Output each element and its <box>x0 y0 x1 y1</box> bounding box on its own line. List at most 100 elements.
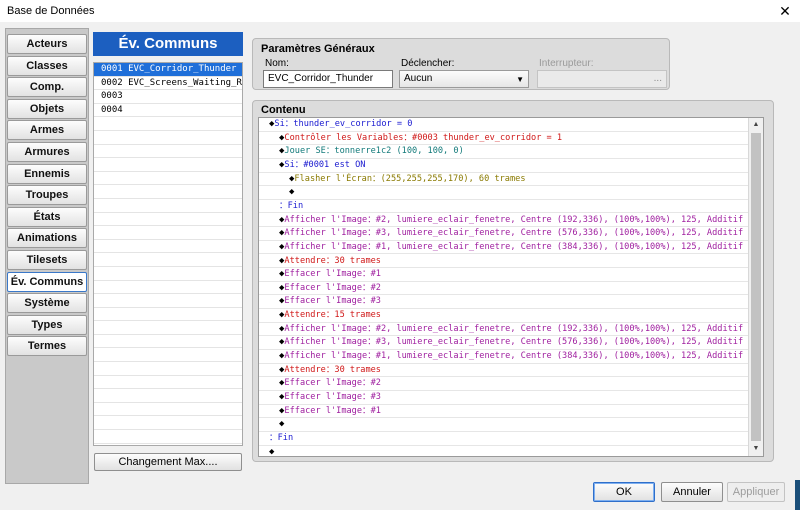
event-command-line[interactable]: ◆Effacer l'Image：#1 <box>259 405 749 419</box>
list-item[interactable] <box>94 362 242 376</box>
event-command-line[interactable]: ◆Effacer l'Image：#3 <box>259 295 749 310</box>
event-command-line[interactable]: ◆Jouer SE：tonnerre1c2 (100, 100, 0) <box>259 145 749 159</box>
event-command-line[interactable]: ◆Effacer l'Image：#1 <box>259 268 749 282</box>
sidebar-item-7[interactable]: Ennemis <box>7 163 87 184</box>
close-icon[interactable]: ✕ <box>770 0 800 22</box>
sidebar-item-8[interactable]: Troupes <box>7 185 87 206</box>
sidebar-item-9[interactable]: États <box>7 206 87 227</box>
general-settings-group: Paramètres Généraux Nom: EVC_Corridor_Th… <box>252 38 670 90</box>
list-item[interactable] <box>94 158 242 172</box>
list-item[interactable] <box>94 117 242 131</box>
list-item[interactable] <box>94 403 242 417</box>
contents-title: Contenu <box>261 104 306 116</box>
contents-group: Contenu ◆ ：Fin ◆ ◆Effacer l'Image：#1 ◆Efface… <box>252 100 774 462</box>
list-item[interactable] <box>94 389 242 403</box>
ok-button[interactable]: OK <box>593 482 655 502</box>
list-item[interactable] <box>94 281 242 295</box>
list-item[interactable] <box>94 321 242 335</box>
scroll-down-icon[interactable]: ▼ <box>749 442 763 456</box>
command-marker-icon: ◆ <box>269 446 275 457</box>
change-max-button[interactable]: Changement Max.... <box>94 453 242 471</box>
category-sidebar: Acteurs Classes Comp. Objets Armes Armures Enn… <box>5 28 89 484</box>
list-item[interactable]: 0004 <box>94 104 242 118</box>
sidebar-item-3[interactable]: Comp. <box>7 77 87 98</box>
scroll-up-icon[interactable]: ▲ <box>749 118 763 132</box>
event-command-line[interactable]: ：Fin <box>259 432 749 446</box>
sidebar-item-10[interactable]: Animations <box>7 228 87 249</box>
common-event-list-panel: Év. Communs 0001 EVC_Corridor_Thunder 000… <box>93 32 243 448</box>
trigger-select[interactable]: Aucun ▼ <box>399 70 529 88</box>
chevron-down-icon: ▼ <box>516 75 524 84</box>
command-text: Effacer l'Image：#2 <box>284 378 381 389</box>
sidebar-item-14[interactable]: Types <box>7 314 87 335</box>
list-item[interactable] <box>94 145 242 159</box>
command-text: Afficher l'Image：#1, lumiere_eclair_fene… <box>284 241 744 252</box>
sidebar-item-12[interactable]: Év. Communs <box>7 271 87 292</box>
event-command-line[interactable]: ◆Effacer l'Image：#2 <box>259 282 749 296</box>
list-item[interactable] <box>94 267 242 281</box>
list-item[interactable]: 0003 <box>94 90 242 104</box>
vertical-scrollbar[interactable]: ▲ ▼ <box>748 118 763 456</box>
list-item[interactable] <box>94 131 242 145</box>
list-item[interactable] <box>94 376 242 390</box>
sidebar-item-11[interactable]: Tilesets <box>7 250 87 270</box>
list-item[interactable]: 0002 EVC_Screens_Waiting_Room <box>94 77 242 91</box>
event-command-line[interactable]: ◆Contrôler les Variables：#0003 thunder_e… <box>259 132 749 146</box>
apply-button[interactable]: Appliquer <box>727 482 785 502</box>
sidebar-item-1[interactable]: Acteurs <box>7 34 87 54</box>
event-command-line[interactable]: ◆Afficher l'Image：#3, lumiere_eclair_fen… <box>259 227 749 241</box>
event-command-line[interactable]: ◆Afficher l'Image：#1, lumiere_eclair_fen… <box>259 241 749 255</box>
event-command-line[interactable]: ◆Afficher l'Image：#3, lumiere_eclair_fen… <box>259 336 749 350</box>
list-item[interactable] <box>94 213 242 227</box>
list-item[interactable] <box>94 348 242 363</box>
list-item[interactable] <box>94 226 242 240</box>
common-event-list[interactable]: 0001 EVC_Corridor_Thunder 0002 EVC_Screen… <box>93 62 243 446</box>
command-text: Effacer l'Image：#1 <box>284 269 381 280</box>
command-text: Afficher l'Image：#3, lumiere_eclair_fene… <box>284 337 744 348</box>
list-item[interactable] <box>94 430 242 444</box>
event-command-line[interactable]: ◆Effacer l'Image：#3 <box>259 391 749 405</box>
list-item[interactable] <box>94 416 242 431</box>
scroll-thumb[interactable] <box>751 133 761 441</box>
event-command-line[interactable]: ◆Si：thunder_ev_corridor = 0 <box>259 118 749 132</box>
list-item[interactable] <box>94 253 242 267</box>
sidebar-item-4[interactable]: Objets <box>7 98 87 119</box>
event-command-line[interactable]: ◆ <box>259 186 749 200</box>
event-command-line[interactable]: ◆Afficher l'Image：#2, lumiere_eclair_fen… <box>259 323 749 337</box>
event-command-line[interactable]: ◆Afficher l'Image：#1, lumiere_eclair_fen… <box>259 350 749 364</box>
list-item[interactable]: 0001 EVC_Corridor_Thunder <box>94 63 242 77</box>
event-command-line[interactable]: ：Fin <box>259 200 749 214</box>
list-item[interactable] <box>94 294 242 308</box>
list-item[interactable] <box>94 199 242 213</box>
command-text: Afficher l'Image：#3, lumiere_eclair_fene… <box>284 228 744 239</box>
event-command-line[interactable]: ◆Attendre：30 trames <box>259 364 749 378</box>
event-command-list[interactable]: ◆ ：Fin ◆ ◆Effacer l'Image：#1 ◆Effacer l'Imag… <box>258 117 764 457</box>
sidebar-item-2[interactable]: Classes <box>7 55 87 76</box>
command-text: Flasher l'Écran：(255,255,255,170), 60 tr… <box>294 173 526 184</box>
command-text: Si：#0001 est ON <box>284 159 366 170</box>
event-command-line[interactable]: ◆Attendre：30 trames <box>259 255 749 269</box>
name-label: Nom: <box>265 58 289 69</box>
event-command-line[interactable]: ◆Flasher l'Écran：(255,255,255,170), 60 t… <box>259 173 749 187</box>
event-command-line[interactable]: ◆Afficher l'Image：#2, lumiere_eclair_fen… <box>259 214 749 228</box>
database-window: Acteurs Classes Comp. Objets Armes Armures Enn… <box>0 22 800 510</box>
sidebar-item-5[interactable]: Armes <box>7 120 87 141</box>
sidebar-item-15[interactable]: Termes <box>7 336 87 357</box>
general-settings-title: Paramètres Généraux <box>261 43 375 55</box>
event-command-line[interactable]: ◆ <box>259 446 749 457</box>
list-item[interactable] <box>94 308 242 322</box>
event-command-line[interactable]: ◆ <box>259 418 749 432</box>
cancel-button[interactable]: Annuler <box>661 482 723 502</box>
name-field[interactable]: EVC_Corridor_Thunder <box>263 70 393 88</box>
event-command-line[interactable]: ◆Si：#0001 est ON <box>259 159 749 173</box>
list-item[interactable] <box>94 172 242 186</box>
list-item[interactable] <box>94 335 242 349</box>
sidebar-item-13[interactable]: Système <box>7 293 87 314</box>
sidebar-item-6[interactable]: Armures <box>7 142 87 162</box>
event-command-line[interactable]: ◆Attendre：15 trames <box>259 309 749 323</box>
command-text: ：Fin <box>279 200 304 211</box>
event-command-line[interactable]: ◆Effacer l'Image：#2 <box>259 377 749 391</box>
list-item[interactable] <box>94 240 242 254</box>
command-text: Jouer SE：tonnerre1c2 (100, 100, 0) <box>284 146 464 157</box>
list-item[interactable] <box>94 185 242 199</box>
